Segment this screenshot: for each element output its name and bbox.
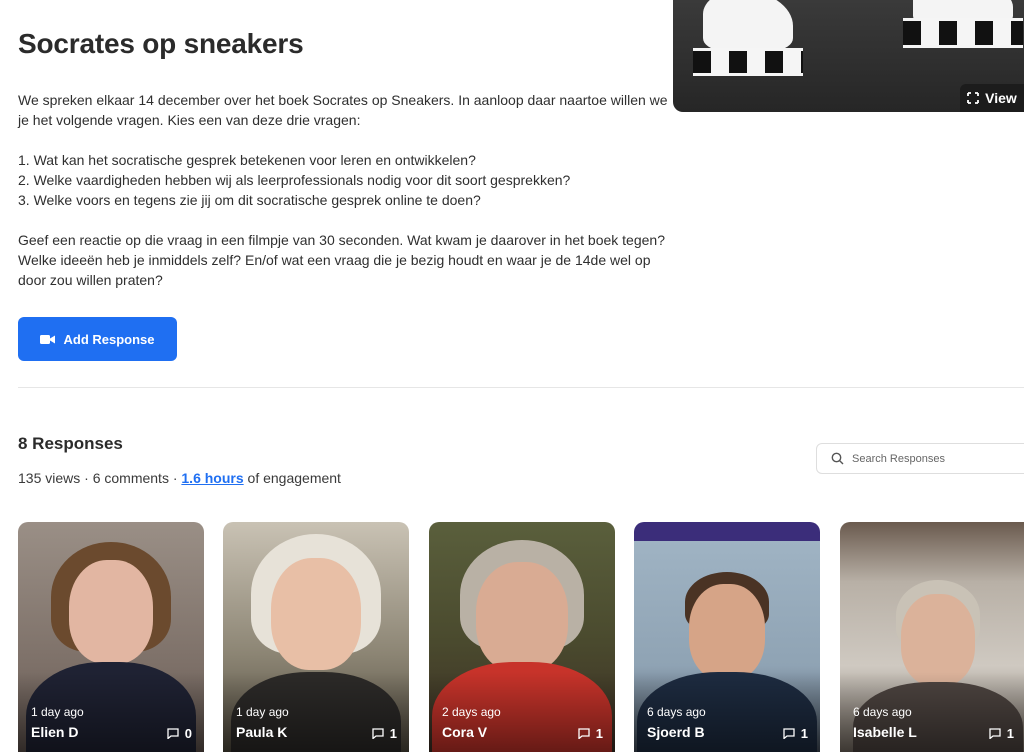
comment-count[interactable]: 1: [578, 726, 603, 741]
comment-count[interactable]: 1: [989, 726, 1014, 741]
response-card[interactable]: 6 days ago Sjoerd B 1: [634, 522, 820, 752]
stats-prefix: 135 views · 6 comments ·: [18, 470, 182, 486]
response-time: 2 days ago: [442, 705, 501, 719]
prompt-intro: We spreken elkaar 14 december over het b…: [18, 92, 668, 128]
expand-icon: [967, 92, 980, 104]
page-title: Socrates op sneakers: [18, 28, 304, 59]
response-card[interactable]: 6 days ago Isabelle L 1: [840, 522, 1024, 752]
section-divider: [18, 387, 1024, 388]
comment-icon: [578, 728, 590, 739]
response-time: 1 day ago: [31, 705, 84, 719]
add-response-button[interactable]: Add Response: [18, 317, 177, 361]
sneaker-right: [903, 0, 1023, 60]
comment-count-value: 0: [184, 726, 192, 741]
video-camera-icon: [40, 334, 56, 344]
response-author: Elien D: [31, 724, 79, 740]
comment-icon: [167, 728, 179, 739]
engagement-link[interactable]: 1.6 hours: [181, 470, 243, 486]
response-author: Sjoerd B: [647, 724, 705, 740]
sneaker-left: [693, 0, 803, 80]
prompt-outro: Geef een reactie op die vraag in een fil…: [18, 232, 665, 288]
response-card[interactable]: 1 day ago Paula K 1: [223, 522, 409, 752]
question-list: 1. Wat kan het socratische gesprek betek…: [18, 150, 668, 210]
response-time: 6 days ago: [853, 705, 912, 719]
response-time: 1 day ago: [236, 705, 289, 719]
response-card[interactable]: 2 days ago Cora V 1: [429, 522, 615, 752]
question-item: 2. Welke vaardigheden hebben wij als lee…: [18, 172, 571, 188]
response-time: 6 days ago: [647, 705, 706, 719]
comment-count-value: 1: [800, 726, 808, 741]
response-author: Paula K: [236, 724, 288, 740]
response-card[interactable]: 1 day ago Elien D 0: [18, 522, 204, 752]
response-author: Cora V: [442, 724, 488, 740]
search-responses-input[interactable]: Search Responses: [816, 443, 1024, 474]
question-item: 1. Wat kan het socratische gesprek betek…: [18, 152, 476, 168]
comment-icon: [989, 728, 1001, 739]
response-author: Isabelle L: [853, 724, 917, 740]
search-icon: [831, 452, 844, 465]
view-label: View: [985, 90, 1017, 106]
search-placeholder: Search Responses: [852, 452, 945, 465]
comment-count[interactable]: 1: [372, 726, 397, 741]
add-response-label: Add Response: [63, 331, 155, 347]
comment-count[interactable]: 1: [783, 726, 808, 741]
question-item: 3. Welke voors en tegens zie jij om dit …: [18, 192, 481, 208]
comment-icon: [783, 728, 795, 739]
responses-stats: 135 views · 6 comments · 1.6 hours of en…: [18, 470, 341, 486]
comment-count-value: 1: [1006, 726, 1014, 741]
responses-heading: 8 Responses: [18, 434, 123, 453]
comment-count[interactable]: 0: [167, 726, 192, 741]
topic-cover-image[interactable]: View: [673, 0, 1024, 112]
comment-icon: [372, 728, 384, 739]
comment-count-value: 1: [595, 726, 603, 741]
stats-suffix: of engagement: [243, 470, 341, 486]
view-cover-button[interactable]: View: [960, 84, 1024, 112]
comment-count-value: 1: [389, 726, 397, 741]
prompt-description: We spreken elkaar 14 december over het b…: [18, 90, 668, 310]
